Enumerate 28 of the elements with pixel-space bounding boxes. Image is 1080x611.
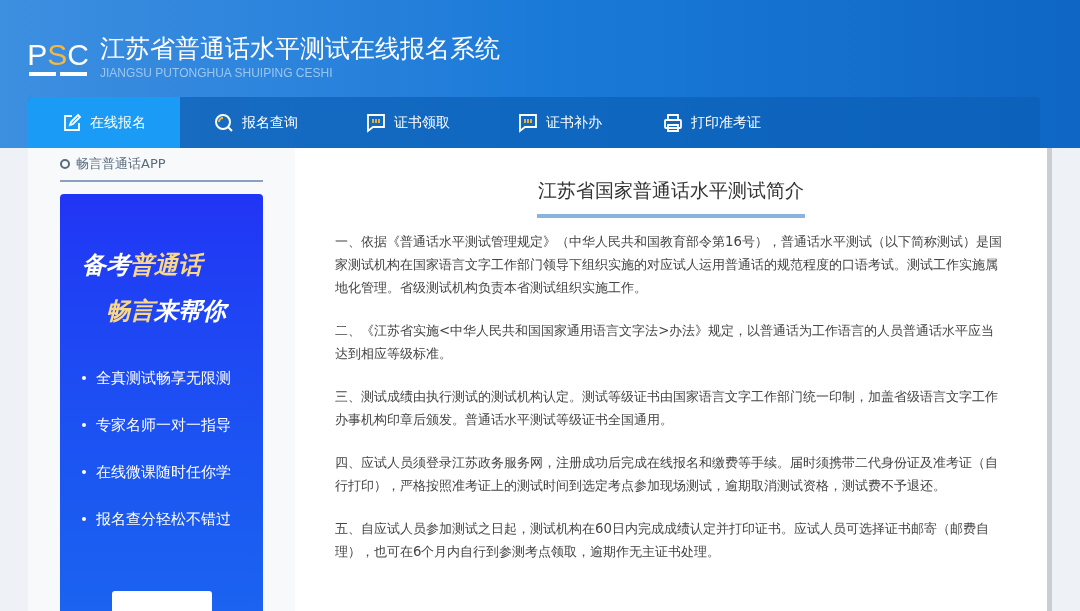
nav-tab[interactable]: 证书补办 <box>484 97 636 148</box>
nav-tab[interactable]: 证书领取 <box>332 97 484 148</box>
sidebar-heading: 畅言普通话APP <box>76 155 166 174</box>
nav-tab[interactable]: 打印准考证 <box>636 97 788 148</box>
site-subtitle: JIANGSU PUTONGHUA SHUIPING CESHI <box>100 64 334 81</box>
search-icon <box>214 112 234 133</box>
article-title: 江苏省国家普通话水平测试简介 <box>538 178 804 203</box>
message-icon <box>366 112 386 133</box>
bullet-icon <box>82 423 86 427</box>
article-paragraph: 二、《江苏省实施<中华人民共和国国家通用语言文字法>办法》规定，以普通话为工作语言的人员普通话水平应当达到相应等级标准。 <box>335 322 996 363</box>
printer-icon <box>663 112 683 133</box>
logo: PSC <box>28 37 88 76</box>
site-title: 江苏省普通话水平测试在线报名系统 <box>100 32 500 65</box>
bullet-icon <box>82 470 86 474</box>
feature-text: 专家名师一对一指导 <box>96 415 231 435</box>
feature-text: 报名查分轻松不错过 <box>96 509 231 529</box>
article-paragraph: 四、应试人员须登录江苏政务服务网，注册成功后完成在线报名和缴费等手续。届时须携带二代身份证及准考证（自行打印），严格按照准考证上的测试时间到选定考点参加现场测试，逾期取消测试资格，测试费不予退还。 <box>335 454 999 495</box>
message-icon <box>518 112 538 133</box>
edit-icon <box>62 112 82 133</box>
article-paragraph: 一、依据《普通话水平测试管理规定》（中华人民共和国教育部令第16号），普通话水平测试（以下简称测试）是国家测试机构在国家语言文字工作部门领导下组织实施的对应试人运用普通话的规范程度的口语考试。测试工作实施属地化管理。省级测试机构负责本省测试组织实施工作。 <box>335 233 1003 297</box>
bullet-icon <box>82 376 86 380</box>
bullet-icon <box>82 517 86 521</box>
article-paragraph: 三、测试成绩由执行测试的测试机构认定。测试等级证书由国家语言文字工作部门统一印制，加盖省级语言文字工作办事机构印章后颁发。普通话水平测试等级证书全国通用。 <box>335 388 999 429</box>
nav-tab[interactable]: 在线报名 <box>28 97 180 148</box>
nav-tab[interactable]: 报名查询 <box>180 97 332 148</box>
feature-text: 在线微课随时任你学 <box>96 462 231 482</box>
feature-text: 全真测试畅享无限测 <box>96 368 231 388</box>
article-paragraph: 五、自应试人员参加测试之日起，测试机构在60日内完成成绩认定并打印证书。应试人员可选择证书邮寄（邮费自理），也可在6个月内自行到参测考点领取，逾期作无主证书处理。 <box>335 520 990 561</box>
